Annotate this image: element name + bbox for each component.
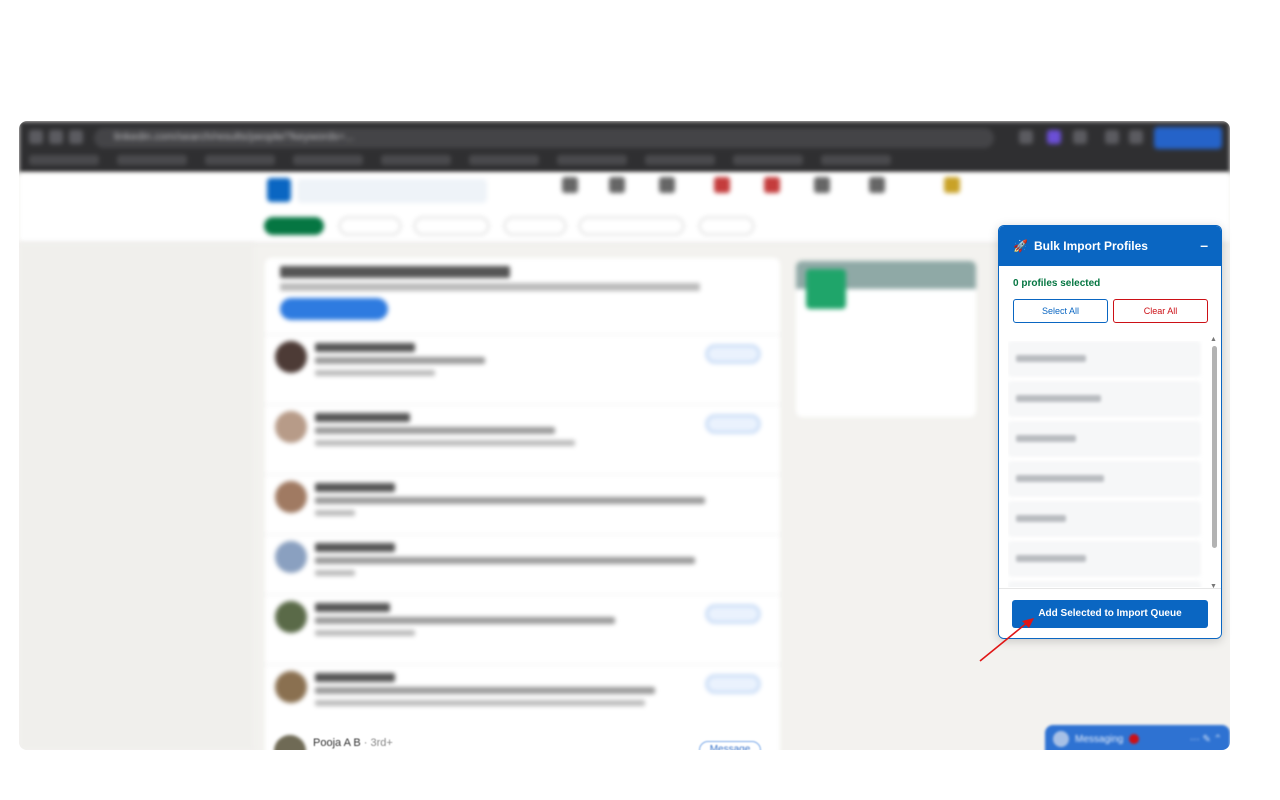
message-button[interactable] xyxy=(706,675,760,693)
avatar[interactable] xyxy=(275,541,307,573)
clear-all-button[interactable]: Clear All xyxy=(1113,299,1208,323)
profile-list-scrollbar[interactable]: ▲ ▼ xyxy=(1210,336,1218,590)
result-row[interactable] xyxy=(265,404,780,474)
avatar[interactable] xyxy=(275,481,307,513)
promo-card xyxy=(796,261,976,417)
filter-pill[interactable] xyxy=(414,217,489,235)
left-column xyxy=(19,243,254,750)
scrollbar-thumb[interactable] xyxy=(1212,346,1217,548)
filter-pill[interactable] xyxy=(504,217,566,235)
connection-degree: · 3rd+ xyxy=(363,737,393,749)
avatar[interactable] xyxy=(275,601,307,633)
message-button[interactable] xyxy=(706,345,760,363)
filter-pill[interactable] xyxy=(339,217,401,235)
company-logo xyxy=(806,269,846,309)
profile-icon[interactable] xyxy=(1129,130,1143,144)
result-row[interactable] xyxy=(265,664,780,734)
search-results xyxy=(265,258,780,750)
nav-icon[interactable] xyxy=(562,177,578,193)
forward-icon[interactable] xyxy=(49,130,63,144)
nav-icon[interactable] xyxy=(764,177,780,193)
message-button[interactable]: Message xyxy=(699,741,761,750)
messaging-label: Messaging xyxy=(1075,733,1124,745)
star-icon[interactable] xyxy=(1019,130,1033,144)
profile-list-item[interactable] xyxy=(1008,381,1201,417)
notification-badge xyxy=(1129,734,1140,744)
nav-icon[interactable] xyxy=(609,177,625,193)
rocket-icon: 🚀 xyxy=(1013,239,1028,253)
nav-icon[interactable] xyxy=(869,177,885,193)
download-icon[interactable] xyxy=(1105,130,1119,144)
result-row[interactable] xyxy=(265,334,780,404)
profile-list-item[interactable] xyxy=(1008,581,1201,587)
avatar[interactable] xyxy=(275,341,307,373)
filter-pill[interactable] xyxy=(579,217,684,235)
filter-pill[interactable] xyxy=(699,217,754,235)
nav-icon[interactable] xyxy=(814,177,830,193)
profile-list[interactable] xyxy=(1008,341,1204,587)
nav-icon[interactable] xyxy=(714,177,730,193)
reload-icon[interactable] xyxy=(69,130,83,144)
arrow-pointer-icon xyxy=(979,618,1034,662)
message-button[interactable] xyxy=(706,605,760,623)
address-bar-url: linkedin.com/search/results/people/?keyw… xyxy=(114,131,354,143)
messaging-tools[interactable]: ··· ✎ ⌃ xyxy=(1190,734,1222,745)
nav-icon[interactable] xyxy=(944,177,960,193)
add-to-import-queue-button[interactable]: Add Selected to Import Queue xyxy=(1012,600,1208,628)
browser-cta-button[interactable] xyxy=(1154,127,1222,149)
profile-list-item[interactable] xyxy=(1008,461,1201,497)
back-icon[interactable] xyxy=(29,130,43,144)
bookmarks-bar xyxy=(29,152,1029,168)
result-row[interactable] xyxy=(265,594,780,664)
panel-title: Bulk Import Profiles xyxy=(1033,239,1148,253)
profile-list-item[interactable] xyxy=(1008,341,1201,377)
result-name[interactable]: Pooja A B · 3rd+ xyxy=(313,737,393,749)
avatar[interactable] xyxy=(275,411,307,443)
minimize-icon[interactable]: – xyxy=(1200,237,1208,253)
profile-list-item[interactable] xyxy=(1008,501,1201,537)
panel-header: 🚀 Bulk Import Profiles – xyxy=(999,226,1221,266)
selected-count: 0 profiles selected xyxy=(1013,278,1101,289)
site-search-input[interactable] xyxy=(297,179,487,203)
nav-icon[interactable] xyxy=(659,177,675,193)
message-button[interactable] xyxy=(706,415,760,433)
site-logo[interactable] xyxy=(267,178,291,202)
banner-button[interactable] xyxy=(280,298,388,320)
bulk-import-panel: 🚀 Bulk Import Profiles – 0 profiles sele… xyxy=(998,225,1222,639)
filter-pill[interactable] xyxy=(264,217,324,235)
browser-toolbar: linkedin.com/search/results/people/?keyw… xyxy=(19,121,1230,173)
extension-icon[interactable] xyxy=(1047,130,1061,144)
messaging-bar[interactable]: Messaging ··· ✎ ⌃ xyxy=(1045,725,1230,750)
avatar xyxy=(1053,731,1069,747)
avatar[interactable] xyxy=(275,671,307,703)
select-all-button[interactable]: Select All xyxy=(1013,299,1108,323)
scroll-up-icon[interactable]: ▲ xyxy=(1210,336,1217,343)
profile-list-item[interactable] xyxy=(1008,421,1201,457)
puzzle-icon[interactable] xyxy=(1073,130,1087,144)
profile-list-item[interactable] xyxy=(1008,541,1201,577)
